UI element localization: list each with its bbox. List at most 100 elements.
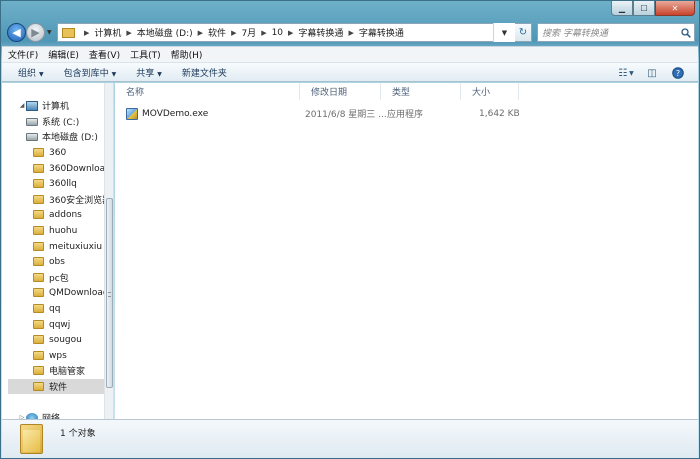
tree-item-folder[interactable]: 360Download: [33, 161, 113, 176]
tree-item-folder[interactable]: addons: [33, 207, 113, 222]
help-button[interactable]: ?: [668, 66, 688, 80]
folder-icon: [33, 226, 44, 235]
share-label: 共享: [136, 68, 155, 79]
menu-tools[interactable]: 工具(T): [130, 48, 161, 61]
change-view-button[interactable]: ☷ ▼: [616, 66, 636, 80]
tree-item-folder[interactable]: 360llq: [33, 176, 113, 191]
breadcrumb-separator[interactable]: ▶: [126, 29, 131, 37]
tree-item-folder[interactable]: QMDownload: [33, 285, 113, 300]
column-header-size[interactable]: 大小: [461, 83, 519, 100]
folder-icon: [33, 164, 44, 173]
collapse-arrow-icon[interactable]: ◢: [18, 102, 26, 109]
breadcrumb-separator[interactable]: ▶: [84, 29, 89, 37]
address-bar[interactable]: ▶ 计算机 ▶ 本地磁盘 (D:) ▶ 软件 ▶ 7月 ▶ 10 ▶ 字幕转换通…: [57, 23, 515, 42]
command-bar: 组织 ▼ 包含到库中 ▼ 共享 ▼ 新建文件夹 ☷ ▼ ◫ ?: [2, 62, 698, 82]
menu-view[interactable]: 查看(V): [89, 48, 120, 61]
explorer-window: ▁ ☐ ✕ ◀ ▶ ▼ ▶ 计算机 ▶ 本地磁盘 (D:) ▶ 软件 ▶ 7月 …: [0, 0, 700, 459]
minimize-button[interactable]: ▁: [611, 1, 633, 16]
breadcrumb-july[interactable]: 7月: [241, 26, 256, 39]
organize-button[interactable]: 组织 ▼: [18, 66, 44, 79]
breadcrumb-separator[interactable]: ▶: [288, 29, 293, 37]
tree-label: 360llq: [49, 178, 77, 189]
preview-pane-icon: ◫: [647, 67, 657, 79]
tree-item-folder[interactable]: meituxiuxiu: [33, 239, 113, 254]
file-row[interactable]: MOVDemo.exe 2011/6/8 星期三 ... 应用程序 1,642 …: [115, 105, 698, 122]
tree-item-folder[interactable]: 360: [33, 145, 113, 160]
tree-label: 360安全浏览器: [49, 196, 112, 206]
folder-icon: [33, 273, 44, 282]
close-button[interactable]: ✕: [655, 1, 695, 16]
tree-item-folder[interactable]: 电脑管家: [33, 363, 113, 378]
tree-item-folder[interactable]: qqwj: [33, 317, 113, 332]
refresh-button[interactable]: ↻: [515, 23, 532, 42]
tree-item-network[interactable]: ▷ 网络: [18, 410, 113, 419]
folder-icon: [33, 195, 44, 204]
tree-item-folder[interactable]: wps: [33, 348, 113, 363]
folder-icon: [33, 382, 44, 391]
tree-label: sougou: [49, 334, 82, 345]
forward-button[interactable]: ▶: [26, 23, 45, 42]
drive-icon: [26, 132, 38, 141]
menu-help[interactable]: 帮助(H): [171, 48, 203, 61]
address-dropdown-button[interactable]: ▼: [493, 23, 515, 42]
breadcrumb-drive-d[interactable]: 本地磁盘 (D:): [137, 26, 193, 39]
tree-item-drive-c[interactable]: 系统 (C:): [26, 114, 113, 129]
tree-item-folder-selected[interactable]: 软件: [8, 379, 105, 394]
breadcrumb-computer[interactable]: 计算机: [94, 26, 121, 39]
tree-item-computer[interactable]: ◢ 计算机: [18, 98, 113, 113]
scrollbar-thumb[interactable]: [106, 198, 113, 388]
tree-label: 系统 (C:): [42, 118, 80, 128]
breadcrumb-separator[interactable]: ▶: [348, 29, 353, 37]
search-input[interactable]: 搜索 字幕转换通: [537, 23, 695, 42]
tree-item-folder[interactable]: 360安全浏览器: [33, 192, 113, 207]
include-in-library-button[interactable]: 包含到库中 ▼: [64, 66, 117, 79]
item-count: 1 个对象: [60, 429, 96, 439]
column-header-modified[interactable]: 修改日期: [300, 83, 381, 100]
menu-edit[interactable]: 编辑(E): [48, 48, 79, 61]
address-row: ◀ ▶ ▼ ▶ 计算机 ▶ 本地磁盘 (D:) ▶ 软件 ▶ 7月 ▶ 10 ▶…: [7, 22, 695, 44]
svg-text:?: ?: [676, 69, 680, 78]
folder-icon: [33, 242, 44, 251]
folder-icon: [33, 148, 44, 157]
preview-pane-button[interactable]: ◫: [642, 66, 662, 80]
tree-item-folder[interactable]: obs: [33, 254, 113, 269]
tree-label: huohu: [49, 225, 78, 236]
column-header-name[interactable]: 名称: [115, 83, 300, 100]
tree-label: 电脑管家: [49, 367, 86, 377]
view-list-icon: ☷: [618, 67, 628, 79]
tree-label: QMDownload: [49, 287, 109, 298]
tree-item-folder[interactable]: sougou: [33, 332, 113, 347]
maximize-icon: ☐: [640, 3, 648, 13]
tree-item-folder[interactable]: huohu: [33, 223, 113, 238]
new-folder-button[interactable]: 新建文件夹: [182, 66, 227, 79]
folder-icon: [33, 257, 44, 266]
folder-icon: [33, 335, 44, 344]
nav-scrollbar[interactable]: [104, 83, 113, 419]
back-button[interactable]: ◀: [7, 23, 26, 42]
minimize-icon: ▁: [618, 3, 626, 13]
tree-item-drive-d[interactable]: 本地磁盘 (D:): [26, 129, 113, 144]
tree-label: qqwj: [49, 319, 71, 330]
tree-label: wps: [49, 350, 67, 361]
menu-file[interactable]: 文件(F): [8, 48, 38, 61]
tree-label: 软件: [49, 383, 68, 393]
breadcrumb-subtitle-tool-current[interactable]: 字幕转换通: [359, 26, 404, 39]
maximize-button[interactable]: ☐: [633, 1, 655, 16]
breadcrumb-10[interactable]: 10: [272, 28, 283, 38]
tree-label: meituxiuxiu: [49, 241, 103, 252]
file-modified: 2011/6/8 星期三 ...: [305, 110, 387, 120]
breadcrumb-software[interactable]: 软件: [208, 26, 226, 39]
column-header-type[interactable]: 类型: [381, 83, 461, 100]
tree-item-folder[interactable]: pc包: [33, 270, 113, 285]
recent-pages-dropdown[interactable]: ▼: [47, 29, 52, 36]
breadcrumb-separator[interactable]: ▶: [261, 29, 266, 37]
tree-item-folder[interactable]: qq: [33, 301, 113, 316]
share-button[interactable]: 共享 ▼: [136, 66, 162, 79]
breadcrumb-separator[interactable]: ▶: [231, 29, 236, 37]
folder-icon: [33, 366, 44, 375]
chevron-down-icon: ▼: [501, 28, 508, 37]
chevron-down-icon: ▼: [157, 70, 162, 78]
breadcrumb-subtitle-tool[interactable]: 字幕转换通: [298, 26, 343, 39]
breadcrumb-separator[interactable]: ▶: [198, 29, 203, 37]
search-icon[interactable]: [678, 27, 694, 38]
